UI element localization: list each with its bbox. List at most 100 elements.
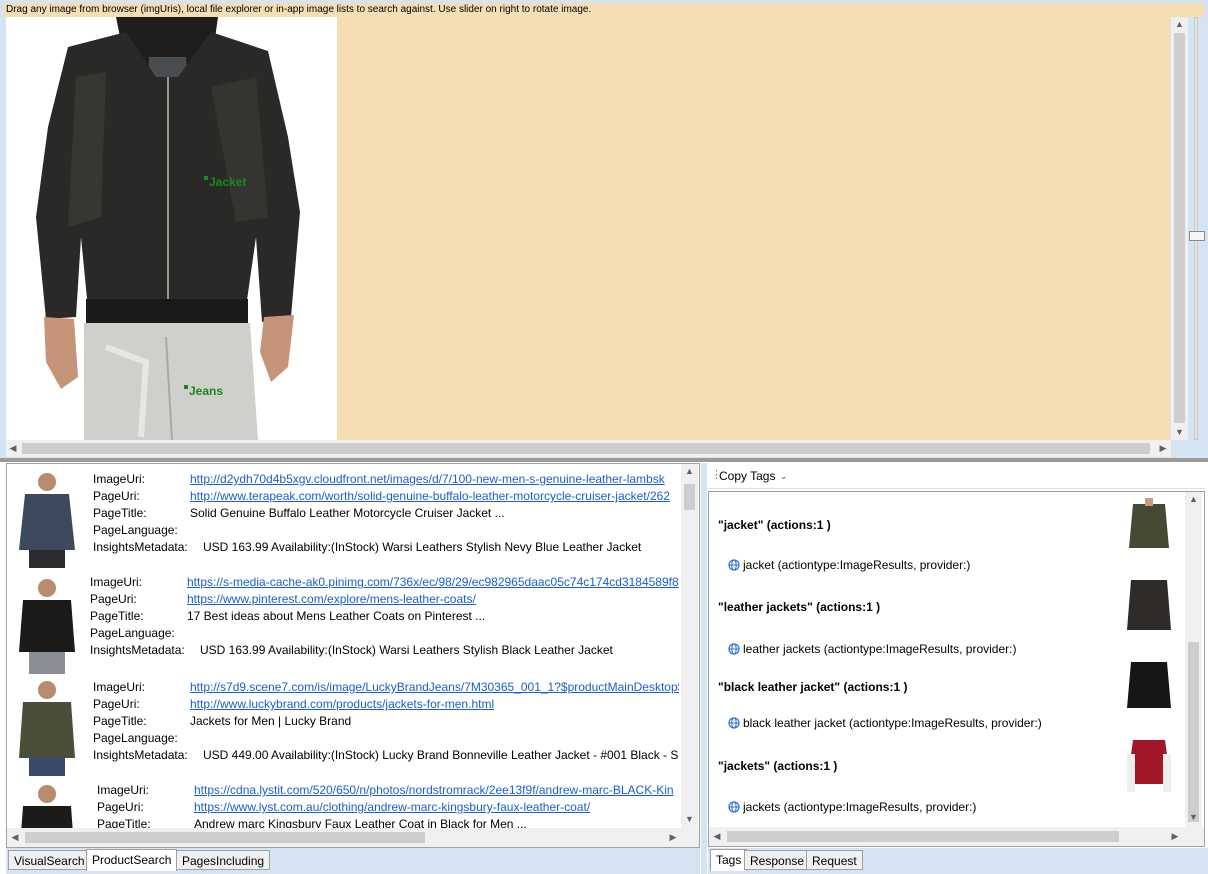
scrollbar-thumb[interactable] bbox=[1174, 33, 1185, 423]
horizontal-splitter[interactable] bbox=[0, 458, 1208, 462]
field-label: PageUri: bbox=[93, 697, 140, 711]
tag-action-item[interactable]: black leather jacket (actiontype:ImageRe… bbox=[728, 716, 1042, 730]
tag-dot-icon bbox=[184, 385, 188, 389]
scroll-up-arrow-icon[interactable]: ▲ bbox=[1185, 494, 1202, 504]
results-horizontal-scrollbar[interactable]: ◀ ▶ bbox=[7, 828, 699, 847]
page-title-value: Jackets for Men | Lucky Brand bbox=[190, 714, 352, 728]
result-thumbnail[interactable] bbox=[15, 576, 79, 674]
results-vertical-scrollbar[interactable]: ▲ ▼ bbox=[681, 464, 698, 828]
result-thumbnail[interactable] bbox=[15, 470, 79, 568]
tab-request[interactable]: Request bbox=[806, 850, 863, 870]
field-label: PageUri: bbox=[97, 800, 144, 814]
tab-productsearch[interactable]: ProductSearch bbox=[86, 849, 178, 871]
tab-tags[interactable]: Tags bbox=[710, 849, 748, 871]
scroll-up-arrow-icon[interactable]: ▲ bbox=[1171, 17, 1188, 31]
scroll-down-arrow-icon[interactable]: ▼ bbox=[1171, 425, 1188, 439]
left-tab-strip: VisualSearch ProductSearch PagesIncludin… bbox=[6, 848, 700, 874]
tags-list: "jacket" (actions:1 ) jacket (actiontype… bbox=[708, 491, 1205, 847]
tag-header: "black leather jacket" (actions:1 ) bbox=[718, 680, 908, 694]
tag-header: "jacket" (actions:1 ) bbox=[718, 518, 831, 532]
scroll-right-arrow-icon[interactable]: ▶ bbox=[667, 832, 679, 843]
rotate-slider-track[interactable] bbox=[1194, 17, 1198, 440]
list-item[interactable]: ImageUri: http://s7d9.scene7.com/is/imag… bbox=[7, 674, 679, 778]
tab-pagesincluding[interactable]: PagesIncluding bbox=[176, 850, 271, 870]
tag-action-item[interactable]: jackets (actiontype:ImageResults, provid… bbox=[728, 800, 976, 814]
scroll-right-arrow-icon[interactable]: ▶ bbox=[1169, 831, 1181, 842]
insights-value: USD 449.00 Availability:(InStock) Lucky … bbox=[203, 748, 679, 762]
field-label: InsightsMetadata: bbox=[90, 643, 185, 657]
field-label: PageLanguage: bbox=[90, 626, 175, 640]
field-label: ImageUri: bbox=[90, 575, 143, 589]
field-label: PageTitle: bbox=[90, 609, 144, 623]
scrollbar-thumb[interactable] bbox=[684, 484, 695, 510]
rotate-slider-thumb[interactable] bbox=[1189, 231, 1205, 241]
tag-marker-jeans[interactable]: Jeans bbox=[184, 384, 223, 398]
result-thumbnail[interactable] bbox=[15, 782, 79, 828]
tag-dot-icon bbox=[204, 176, 208, 180]
image-uri-link[interactable]: http://d2ydh70d4b5xgv.cloudfront.net/ima… bbox=[190, 471, 665, 488]
page-uri-link[interactable]: https://www.pinterest.com/explore/mens-l… bbox=[187, 591, 476, 608]
tag-thumbnail[interactable] bbox=[1125, 656, 1173, 716]
query-photo[interactable] bbox=[6, 17, 337, 440]
tab-response[interactable]: Response bbox=[744, 850, 811, 870]
scroll-down-arrow-icon[interactable]: ▼ bbox=[1185, 812, 1202, 822]
vertical-splitter[interactable] bbox=[701, 463, 707, 874]
scrollbar-thumb[interactable] bbox=[22, 443, 1150, 454]
scroll-down-arrow-icon[interactable]: ▼ bbox=[681, 814, 698, 824]
scrollbar-thumb[interactable] bbox=[727, 831, 1119, 842]
chevron-down-icon[interactable]: ⌄ bbox=[780, 471, 788, 482]
field-label: PageUri: bbox=[90, 592, 137, 606]
image-canvas[interactable]: Jacket Jeans bbox=[6, 17, 1170, 440]
list-item[interactable]: ImageUri: http://d2ydh70d4b5xgv.cloudfro… bbox=[7, 466, 679, 570]
field-label: PageTitle: bbox=[93, 506, 147, 520]
field-label: PageUri: bbox=[93, 489, 140, 503]
tags-vertical-scrollbar[interactable]: ▲ ▼ bbox=[1185, 492, 1202, 827]
page-uri-link[interactable]: http://www.terapeak.com/worth/solid-genu… bbox=[190, 488, 670, 505]
scrollbar-thumb[interactable] bbox=[1188, 642, 1199, 822]
tag-thumbnail[interactable] bbox=[1125, 734, 1173, 794]
image-vertical-scrollbar[interactable]: ▲ ▼ bbox=[1171, 17, 1188, 440]
tag-marker-jacket[interactable]: Jacket bbox=[204, 175, 246, 189]
list-item[interactable]: ImageUri: https://s-media-cache-ak0.pini… bbox=[7, 572, 679, 676]
page-uri-link[interactable]: http://www.luckybrand.com/products/jacke… bbox=[190, 696, 494, 713]
tag-thumbnail[interactable] bbox=[1125, 574, 1173, 634]
hint-text: Drag any image from browser (imgUris), l… bbox=[4, 3, 1204, 17]
insights-value: USD 163.99 Availability:(InStock) Warsi … bbox=[203, 540, 642, 554]
scroll-up-arrow-icon[interactable]: ▲ bbox=[681, 466, 698, 476]
tag-thumbnail[interactable] bbox=[1125, 496, 1173, 556]
globe-icon bbox=[728, 643, 740, 655]
image-uri-link[interactable]: http://s7d9.scene7.com/is/image/LuckyBra… bbox=[190, 679, 679, 696]
result-thumbnail[interactable] bbox=[15, 678, 79, 776]
field-label: PageLanguage: bbox=[93, 523, 178, 537]
page-title-value: 17 Best ideas about Mens Leather Coats o… bbox=[187, 609, 486, 623]
field-label: InsightsMetadata: bbox=[93, 748, 188, 762]
tag-action-item[interactable]: jacket (actiontype:ImageResults, provide… bbox=[728, 558, 970, 572]
tag-header: "leather jackets" (actions:1 ) bbox=[718, 600, 881, 614]
image-uri-link[interactable]: https://cdna.lystit.com/520/650/n/photos… bbox=[194, 782, 674, 799]
page-uri-link[interactable]: https://www.lyst.com.au/clothing/andrew-… bbox=[194, 799, 590, 816]
scroll-left-arrow-icon[interactable]: ◀ bbox=[711, 831, 723, 842]
field-label: PageTitle: bbox=[97, 817, 151, 828]
field-label: PageLanguage: bbox=[93, 731, 178, 745]
image-horizontal-scrollbar[interactable]: ◀ ▶ bbox=[6, 440, 1171, 457]
image-uri-link[interactable]: https://s-media-cache-ak0.pinimg.com/736… bbox=[187, 574, 679, 591]
field-label: ImageUri: bbox=[93, 680, 146, 694]
tag-header: "jackets" (actions:1 ) bbox=[718, 759, 838, 773]
field-label: ImageUri: bbox=[93, 472, 146, 486]
globe-icon bbox=[728, 559, 740, 571]
scrollbar-thumb[interactable] bbox=[25, 832, 425, 843]
copy-tags-button[interactable]: Copy Tags bbox=[719, 469, 775, 483]
scroll-right-arrow-icon[interactable]: ▶ bbox=[1156, 440, 1170, 457]
tags-horizontal-scrollbar[interactable]: ◀ ▶ bbox=[709, 827, 1204, 846]
tab-visualsearch[interactable]: VisualSearch bbox=[8, 850, 91, 870]
scroll-left-arrow-icon[interactable]: ◀ bbox=[9, 832, 21, 843]
tag-action-item[interactable]: leather jackets (actiontype:ImageResults… bbox=[728, 642, 1016, 656]
list-item[interactable]: ImageUri: https://cdna.lystit.com/520/65… bbox=[7, 778, 679, 828]
scroll-left-arrow-icon[interactable]: ◀ bbox=[6, 440, 20, 457]
field-label: PageTitle: bbox=[93, 714, 147, 728]
field-label: InsightsMetadata: bbox=[93, 540, 188, 554]
product-search-results: ImageUri: http://d2ydh70d4b5xgv.cloudfro… bbox=[6, 463, 700, 848]
globe-icon bbox=[728, 801, 740, 813]
page-title-value: Andrew marc Kingsbury Faux Leather Coat … bbox=[194, 817, 527, 828]
globe-icon bbox=[728, 717, 740, 729]
